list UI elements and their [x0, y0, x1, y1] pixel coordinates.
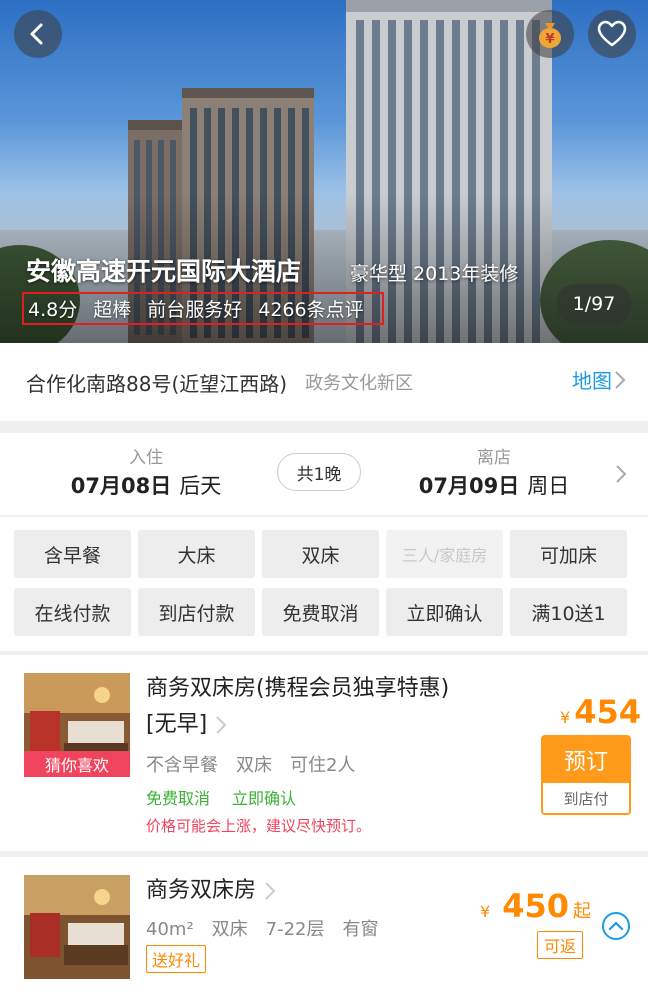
- review-count: 4266条点评: [258, 299, 364, 321]
- checkin-day: 后天: [179, 474, 222, 498]
- checkout-block[interactable]: 离店 07月09日 周日: [414, 443, 574, 500]
- room-price: ¥454: [560, 693, 641, 731]
- recommend-tag: 猜你喜欢: [24, 751, 130, 777]
- hotel-hero-gallery[interactable]: ¥ 安徽高速开元国际大酒店 豪华型 2013年装修 4.8分 超棒 前台服务好 …: [0, 0, 648, 343]
- checkin-block[interactable]: 入住 07月08日 后天: [66, 443, 226, 500]
- back-button[interactable]: [14, 10, 62, 58]
- gift-tag: 送好礼: [146, 945, 207, 973]
- room-attr: 40m²: [146, 919, 194, 940]
- room-thumbnail[interactable]: 猜你喜欢: [24, 673, 130, 777]
- filter-extra-bed[interactable]: 可加床: [510, 530, 627, 578]
- room-price: ¥450 起: [480, 887, 591, 925]
- checkin-label: 入住: [129, 448, 163, 468]
- map-link[interactable]: 地图: [572, 365, 628, 394]
- district: 政务文化新区: [305, 373, 414, 394]
- room-photo: [24, 875, 130, 979]
- rating-word: 超棒: [93, 299, 132, 321]
- money-bag-icon: ¥: [539, 23, 561, 48]
- filter-breakfast[interactable]: 含早餐: [14, 530, 131, 578]
- checkin-date: 07月08日: [70, 474, 172, 498]
- room-attr: 7-22层: [265, 919, 325, 940]
- currency: ¥: [560, 708, 571, 727]
- room-attr: 不含早餐: [146, 755, 218, 776]
- room-card[interactable]: 商务双床房 40m² 双床 7-22层 有窗 送好礼 ¥450 起 可返: [0, 857, 648, 1000]
- filter-pay-at-hotel[interactable]: 到店付款: [138, 588, 255, 636]
- hotel-class: 豪华型 2013年装修: [350, 263, 519, 285]
- room-title[interactable]: 商务双床房(携程会员独享特惠) [无早]: [146, 671, 516, 743]
- filter-instant-confirm[interactable]: 立即确认: [386, 588, 503, 636]
- price-from-label: 起: [572, 901, 591, 922]
- room-attr: 双床: [236, 755, 272, 776]
- chevron-right-icon: [265, 882, 276, 900]
- filter-twin-bed[interactable]: 双床: [262, 530, 379, 578]
- filter-family-room: 三人/家庭房: [386, 530, 503, 578]
- hotel-name: 安徽高速开元国际大酒店: [26, 257, 302, 286]
- room-attributes: 40m² 双床 7-22层 有窗: [146, 915, 397, 941]
- map-label: 地图: [572, 369, 612, 393]
- filter-promo[interactable]: 满10送1: [510, 588, 627, 636]
- expand-chevron-up-icon[interactable]: [601, 911, 631, 941]
- coupon-button[interactable]: ¥: [526, 10, 574, 58]
- price-warning: 价格可能会上涨，建议尽快预订。: [146, 817, 372, 835]
- room-attr: 双床: [211, 919, 248, 940]
- back-icon: [30, 23, 43, 45]
- chevron-right-icon: [216, 716, 227, 734]
- checkout-day: 周日: [527, 474, 570, 498]
- book-label: 预订: [543, 737, 629, 783]
- heart-icon: [597, 20, 627, 47]
- street-address: 合作化南路88号(近望江西路): [26, 371, 288, 396]
- rating-score: 4.8分: [28, 299, 78, 321]
- filter-pay-online[interactable]: 在线付款: [14, 588, 131, 636]
- date-selector[interactable]: 入住 07月08日 后天 共1晚 离店 07月09日 周日: [0, 433, 648, 515]
- price-value: 454: [574, 693, 641, 731]
- room-title-line2: [无早]: [146, 712, 208, 737]
- svg-text:¥: ¥: [545, 32, 554, 47]
- checkout-date: 07月09日: [418, 474, 520, 498]
- photo-counter[interactable]: 1/97: [556, 284, 632, 324]
- room-title-line1: 商务双床房(携程会员独享特惠): [146, 676, 450, 701]
- room-title-text: 商务双床房: [146, 878, 257, 903]
- room-attr: 可住2人: [290, 755, 356, 776]
- pay-method: 到店付: [543, 783, 629, 813]
- room-attr: 有窗: [342, 919, 379, 940]
- room-filters: 含早餐 大床 双床 三人/家庭房 可加床 在线付款 到店付款 免费取消 立即确认…: [0, 517, 648, 651]
- address-row[interactable]: 合作化南路88号(近望江西路) 政务文化新区 地图: [0, 343, 648, 421]
- review-highlight: 前台服务好: [147, 299, 243, 321]
- room-title[interactable]: 商务双床房: [146, 873, 276, 909]
- room-card[interactable]: 猜你喜欢 商务双床房(携程会员独享特惠) [无早] 不含早餐 双床 可住2人 免费取…: [0, 655, 648, 851]
- room-attributes: 不含早餐 双床 可住2人: [146, 751, 373, 777]
- perk-instant-confirm: 立即确认: [232, 789, 297, 808]
- checkout-label: 离店: [477, 448, 511, 468]
- rating-summary[interactable]: 4.8分 超棒 前台服务好 4266条点评: [22, 292, 384, 325]
- cashback-tag: 可返: [537, 931, 583, 959]
- chevron-right-icon: [615, 370, 626, 389]
- book-button[interactable]: 预订 到店付: [541, 735, 631, 815]
- favorite-button[interactable]: [588, 10, 636, 58]
- currency: ¥: [480, 902, 491, 921]
- nights-count: 共1晚: [277, 453, 361, 491]
- room-thumbnail[interactable]: [24, 875, 130, 979]
- perk-free-cancel: 免费取消: [146, 789, 211, 808]
- room-perks: 免费取消 立即确认: [146, 785, 318, 809]
- price-value: 450: [502, 887, 569, 925]
- chevron-right-icon: [616, 465, 627, 483]
- filter-free-cancel[interactable]: 免费取消: [262, 588, 379, 636]
- filter-king-bed[interactable]: 大床: [138, 530, 255, 578]
